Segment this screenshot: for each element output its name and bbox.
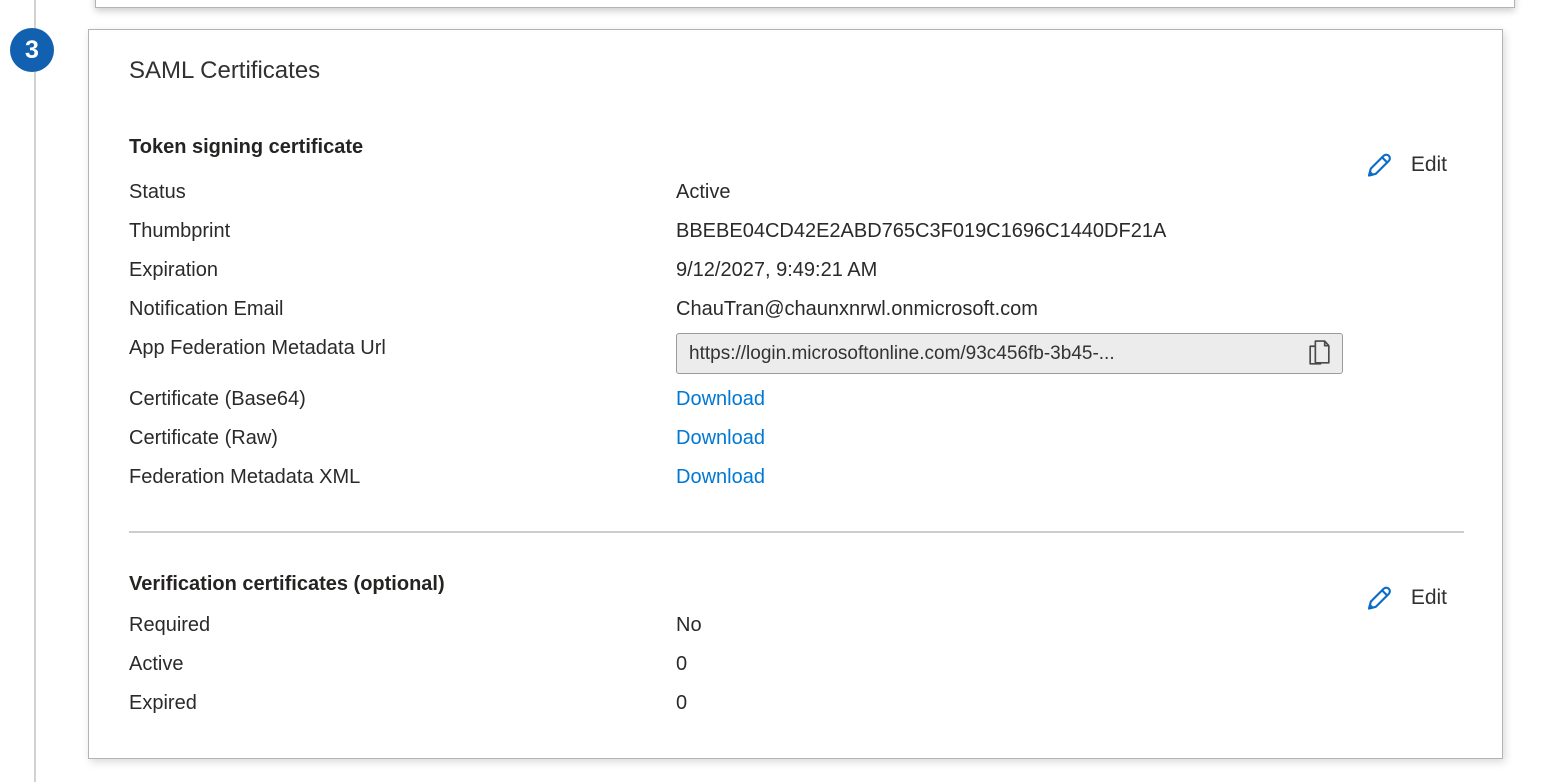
expiration-label: Expiration <box>129 251 676 290</box>
download-certificate-base64-link[interactable]: Download <box>676 380 765 419</box>
notification-email-row: Notification Email ChauTran@chaunxnrwl.o… <box>129 290 1462 329</box>
status-label: Status <box>129 173 676 212</box>
active-value: 0 <box>676 645 687 684</box>
certificate-raw-label: Certificate (Raw) <box>129 419 676 458</box>
token-signing-certificate-heading: Token signing certificate <box>129 133 1462 161</box>
verification-certificates-heading: Verification certificates (optional) <box>129 570 1462 598</box>
active-row: Active 0 <box>129 645 1462 684</box>
status-value: Active <box>676 173 730 212</box>
certificate-raw-row: Certificate (Raw) Download <box>129 419 1462 458</box>
required-value: No <box>676 606 702 645</box>
notification-email-label: Notification Email <box>129 290 676 329</box>
app-federation-metadata-url-value: https://login.microsoftonline.com/93c456… <box>689 343 1299 365</box>
status-row: Status Active <box>129 173 1462 212</box>
copy-button[interactable] <box>1303 337 1336 370</box>
certificate-base64-row: Certificate (Base64) Download <box>129 380 1462 419</box>
step-connector-line <box>34 0 36 782</box>
expired-row: Expired 0 <box>129 684 1462 723</box>
edit-button-label: Edit <box>1411 153 1447 177</box>
previous-section-card-fragment <box>95 0 1515 8</box>
edit-button-label: Edit <box>1411 586 1447 610</box>
thumbprint-label: Thumbprint <box>129 212 676 251</box>
copy-icon <box>1307 339 1332 368</box>
active-label: Active <box>129 645 676 684</box>
app-federation-metadata-url-input[interactable]: https://login.microsoftonline.com/93c456… <box>676 333 1343 374</box>
download-federation-metadata-xml-link[interactable]: Download <box>676 458 765 497</box>
edit-pencil-icon <box>1362 581 1396 615</box>
certificate-base64-label: Certificate (Base64) <box>129 380 676 419</box>
app-federation-metadata-url-label: App Federation Metadata Url <box>129 329 676 368</box>
saml-certificates-card: SAML Certificates Edit Edit Token signin… <box>88 29 1503 759</box>
notification-email-value: ChauTran@chaunxnrwl.onmicrosoft.com <box>676 290 1038 329</box>
expired-label: Expired <box>129 684 676 723</box>
step-3-badge: 3 <box>10 28 54 72</box>
expired-value: 0 <box>676 684 687 723</box>
edit-pencil-icon <box>1362 148 1396 182</box>
verification-certificates-edit-button[interactable]: Edit <box>1362 581 1447 615</box>
download-certificate-raw-link[interactable]: Download <box>676 419 765 458</box>
card-title: SAML Certificates <box>129 56 1462 86</box>
token-certificate-edit-button[interactable]: Edit <box>1362 148 1447 182</box>
required-label: Required <box>129 606 676 645</box>
federation-metadata-xml-label: Federation Metadata XML <box>129 458 676 497</box>
section-divider <box>129 531 1464 533</box>
app-federation-metadata-url-row: App Federation Metadata Url https://logi… <box>129 329 1462 380</box>
required-row: Required No <box>129 606 1462 645</box>
thumbprint-value: BBEBE04CD42E2ABD765C3F019C1696C1440DF21A <box>676 212 1166 251</box>
thumbprint-row: Thumbprint BBEBE04CD42E2ABD765C3F019C169… <box>129 212 1462 251</box>
expiration-value: 9/12/2027, 9:49:21 AM <box>676 251 877 290</box>
expiration-row: Expiration 9/12/2027, 9:49:21 AM <box>129 251 1462 290</box>
federation-metadata-xml-row: Federation Metadata XML Download <box>129 458 1462 497</box>
